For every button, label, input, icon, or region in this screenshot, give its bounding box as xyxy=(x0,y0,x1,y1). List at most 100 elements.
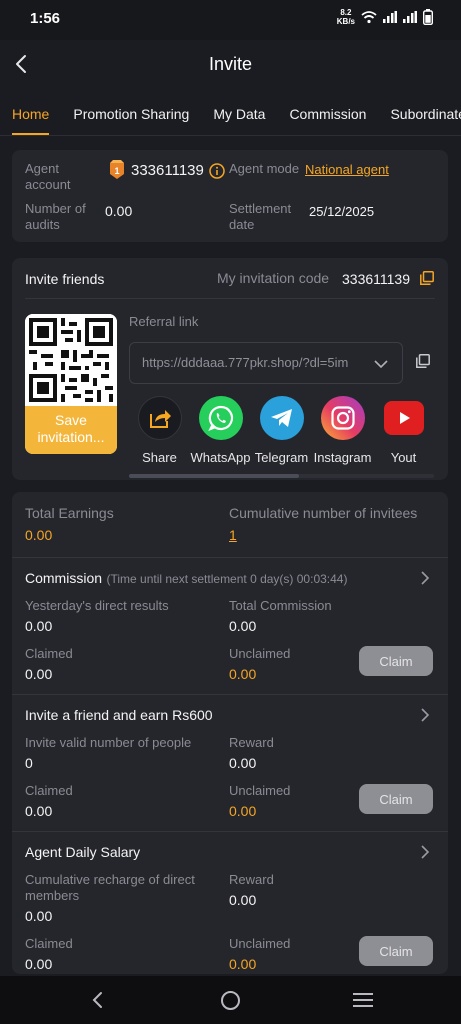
chevron-right-icon[interactable] xyxy=(418,845,432,859)
friend-reward-value: 0.00 xyxy=(229,755,257,771)
total-commission-label: Total Commission xyxy=(229,598,332,613)
copy-code-icon[interactable] xyxy=(420,271,434,285)
direct-recharge-value: 0.00 xyxy=(25,908,53,924)
invite-friend-title[interactable]: Invite a friend and earn Rs600 xyxy=(25,707,213,723)
tab-my-data[interactable]: My Data xyxy=(201,92,277,135)
salary-claimed-label: Claimed xyxy=(25,936,73,951)
battery-icon xyxy=(423,9,433,25)
qr-code-icon xyxy=(25,314,117,406)
friend-reward-label: Reward xyxy=(229,735,274,750)
system-nav-bar xyxy=(0,976,461,1024)
invitees-label: Cumulative number of invitees xyxy=(229,505,418,521)
referral-link-label: Referral link xyxy=(129,314,199,329)
direct-recharge-label: Cumulative recharge of direct members xyxy=(25,872,195,903)
network-speed: 8.2 KB/s xyxy=(336,8,355,26)
friend-unclaimed-value: 0.00 xyxy=(229,803,257,819)
divider xyxy=(12,557,448,558)
salary-reward-value: 0.00 xyxy=(229,892,257,908)
share-item-share[interactable]: Share xyxy=(129,396,190,466)
nav-home-icon[interactable] xyxy=(220,990,241,1011)
share-row: Share WhatsApp Telegram Instagram Yout xyxy=(129,396,434,466)
yesterday-direct-label: Yesterday's direct results xyxy=(25,598,169,613)
share-item-whatsapp[interactable]: WhatsApp xyxy=(190,396,251,466)
commission-unclaimed-label: Unclaimed xyxy=(229,646,291,661)
status-bar: 1:56 8.2 KB/s xyxy=(0,0,461,40)
wifi-icon xyxy=(361,11,377,24)
share-scroll-thumb[interactable] xyxy=(129,474,299,478)
share-item-instagram[interactable]: Instagram xyxy=(312,396,373,466)
chevron-right-icon[interactable] xyxy=(418,571,432,585)
share-icon xyxy=(137,396,182,440)
divider xyxy=(25,298,435,299)
youtube-icon xyxy=(383,401,424,435)
chevron-right-icon[interactable] xyxy=(418,708,432,722)
friend-claimed-value: 0.00 xyxy=(25,803,53,819)
agent-mode-label: Agent mode xyxy=(229,161,300,176)
settlement-date-value: 25/12/2025 xyxy=(309,204,375,219)
salary-claim-button[interactable]: Claim xyxy=(359,936,433,966)
settlement-date-label: Settlement date xyxy=(229,201,292,232)
commission-header[interactable]: Commission (Time until next settlement 0… xyxy=(25,570,347,588)
share-item-youtube[interactable]: Yout xyxy=(373,396,434,466)
divider xyxy=(12,831,448,832)
invitation-code-value: 333611139 xyxy=(342,271,410,287)
qr-code-panel: Save invitation... xyxy=(25,314,117,454)
referral-link-value: https://dddaaa.777pkr.shop/?dl=5im xyxy=(142,355,349,370)
daily-salary-title[interactable]: Agent Daily Salary xyxy=(25,844,140,860)
audits-value: 0.00 xyxy=(105,203,133,219)
valid-people-label: Invite valid number of people xyxy=(25,735,192,750)
commission-title: Commission xyxy=(25,570,103,586)
page-title: Invite xyxy=(208,54,253,74)
whatsapp-icon xyxy=(198,396,243,440)
nav-menu-icon[interactable] xyxy=(352,991,374,1009)
referral-link-field[interactable]: https://dddaaa.777pkr.shop/?dl=5im xyxy=(129,342,403,384)
earnings-card: Total Earnings 0.00 Cumulative number of… xyxy=(12,492,448,974)
divider xyxy=(12,694,448,695)
info-icon[interactable] xyxy=(209,163,225,179)
nav-back-icon[interactable] xyxy=(88,990,108,1010)
agent-level-badge-icon: 1 xyxy=(108,160,126,180)
instagram-icon xyxy=(320,396,365,440)
invite-friends-card: Invite friends My invitation code 333611… xyxy=(12,258,448,480)
share-item-telegram[interactable]: Telegram xyxy=(251,396,312,466)
agent-account-value: 333611139 xyxy=(131,162,204,179)
commission-claimed-label: Claimed xyxy=(25,646,73,661)
agent-info-card: Agent account 1 333611139 Agent mode Nat… xyxy=(12,150,448,242)
commission-unclaimed-value: 0.00 xyxy=(229,666,257,682)
total-earnings-value: 0.00 xyxy=(25,527,53,543)
yesterday-direct-value: 0.00 xyxy=(25,618,53,634)
salary-reward-label: Reward xyxy=(229,872,274,887)
total-commission-value: 0.00 xyxy=(229,618,257,634)
tab-bar: Home Promotion Sharing My Data Commissio… xyxy=(0,92,461,136)
copy-link-icon[interactable] xyxy=(416,354,430,368)
total-earnings-label: Total Earnings xyxy=(25,505,114,521)
svg-text:1: 1 xyxy=(114,166,119,176)
salary-claimed-value: 0.00 xyxy=(25,956,53,972)
tab-subordinate[interactable]: Subordinate xyxy=(378,92,461,135)
status-icons: 8.2 KB/s xyxy=(337,8,433,26)
tab-home[interactable]: Home xyxy=(0,92,61,135)
audits-label: Number of audits xyxy=(25,201,86,232)
status-time: 1:56 xyxy=(30,10,61,27)
friend-unclaimed-label: Unclaimed xyxy=(229,783,291,798)
commission-claimed-value: 0.00 xyxy=(25,666,53,682)
signal-icon-2 xyxy=(403,11,417,23)
signal-icon xyxy=(383,11,397,23)
tab-promotion-sharing[interactable]: Promotion Sharing xyxy=(61,92,201,135)
share-scroll-track[interactable] xyxy=(129,474,434,478)
valid-people-value: 0 xyxy=(25,755,33,771)
chevron-down-icon[interactable] xyxy=(374,357,388,371)
telegram-icon xyxy=(259,396,304,440)
salary-unclaimed-value: 0.00 xyxy=(229,956,257,972)
friend-claimed-label: Claimed xyxy=(25,783,73,798)
friend-claim-button[interactable]: Claim xyxy=(359,784,433,814)
save-invitation-button[interactable]: Save invitation... xyxy=(25,406,117,454)
agent-account-label: Agent account xyxy=(25,161,71,192)
invitees-value[interactable]: 1 xyxy=(229,527,237,543)
agent-mode-link[interactable]: National agent xyxy=(305,162,389,177)
header: Invite xyxy=(0,40,461,90)
invite-friends-title: Invite friends xyxy=(25,271,105,287)
salary-unclaimed-label: Unclaimed xyxy=(229,936,291,951)
commission-claim-button[interactable]: Claim xyxy=(359,646,433,676)
tab-commission[interactable]: Commission xyxy=(277,92,378,135)
